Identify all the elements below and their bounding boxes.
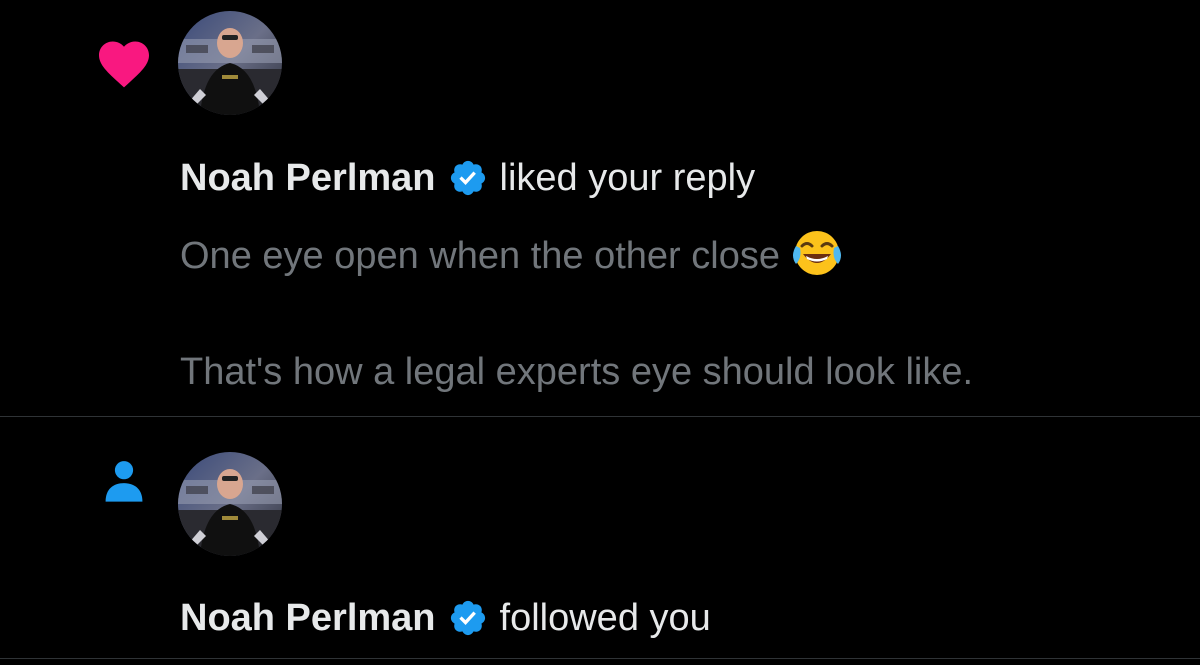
user-name-link[interactable]: Noah Perlman [180,597,436,640]
notification-headline: Noah Perlman liked your reply [180,153,755,203]
notification-headline: Noah Perlman followed you [180,593,711,643]
divider [0,658,1200,659]
notification-like[interactable]: Noah Perlman liked your reply One eye op… [0,0,1200,416]
person-icon [98,455,150,507]
preview-text-line-2: That's how a legal experts eye should lo… [180,351,974,393]
preview-text: One eye open when the other close [180,235,780,277]
face-with-tears-of-joy-icon [790,226,844,280]
action-text: followed you [499,596,711,639]
avatar[interactable] [178,452,282,556]
verified-badge-icon[interactable] [448,598,488,638]
reply-preview[interactable]: One eye open when the other close That's… [180,226,1140,401]
user-name-link[interactable]: Noah Perlman [180,157,436,200]
verified-badge-icon[interactable] [448,158,488,198]
heart-icon [94,34,154,94]
notification-follow[interactable]: Noah Perlman followed you [0,417,1200,658]
preview-line: One eye open when the other close [180,226,1140,285]
avatar[interactable] [178,11,282,115]
action-text: liked your reply [499,156,756,199]
